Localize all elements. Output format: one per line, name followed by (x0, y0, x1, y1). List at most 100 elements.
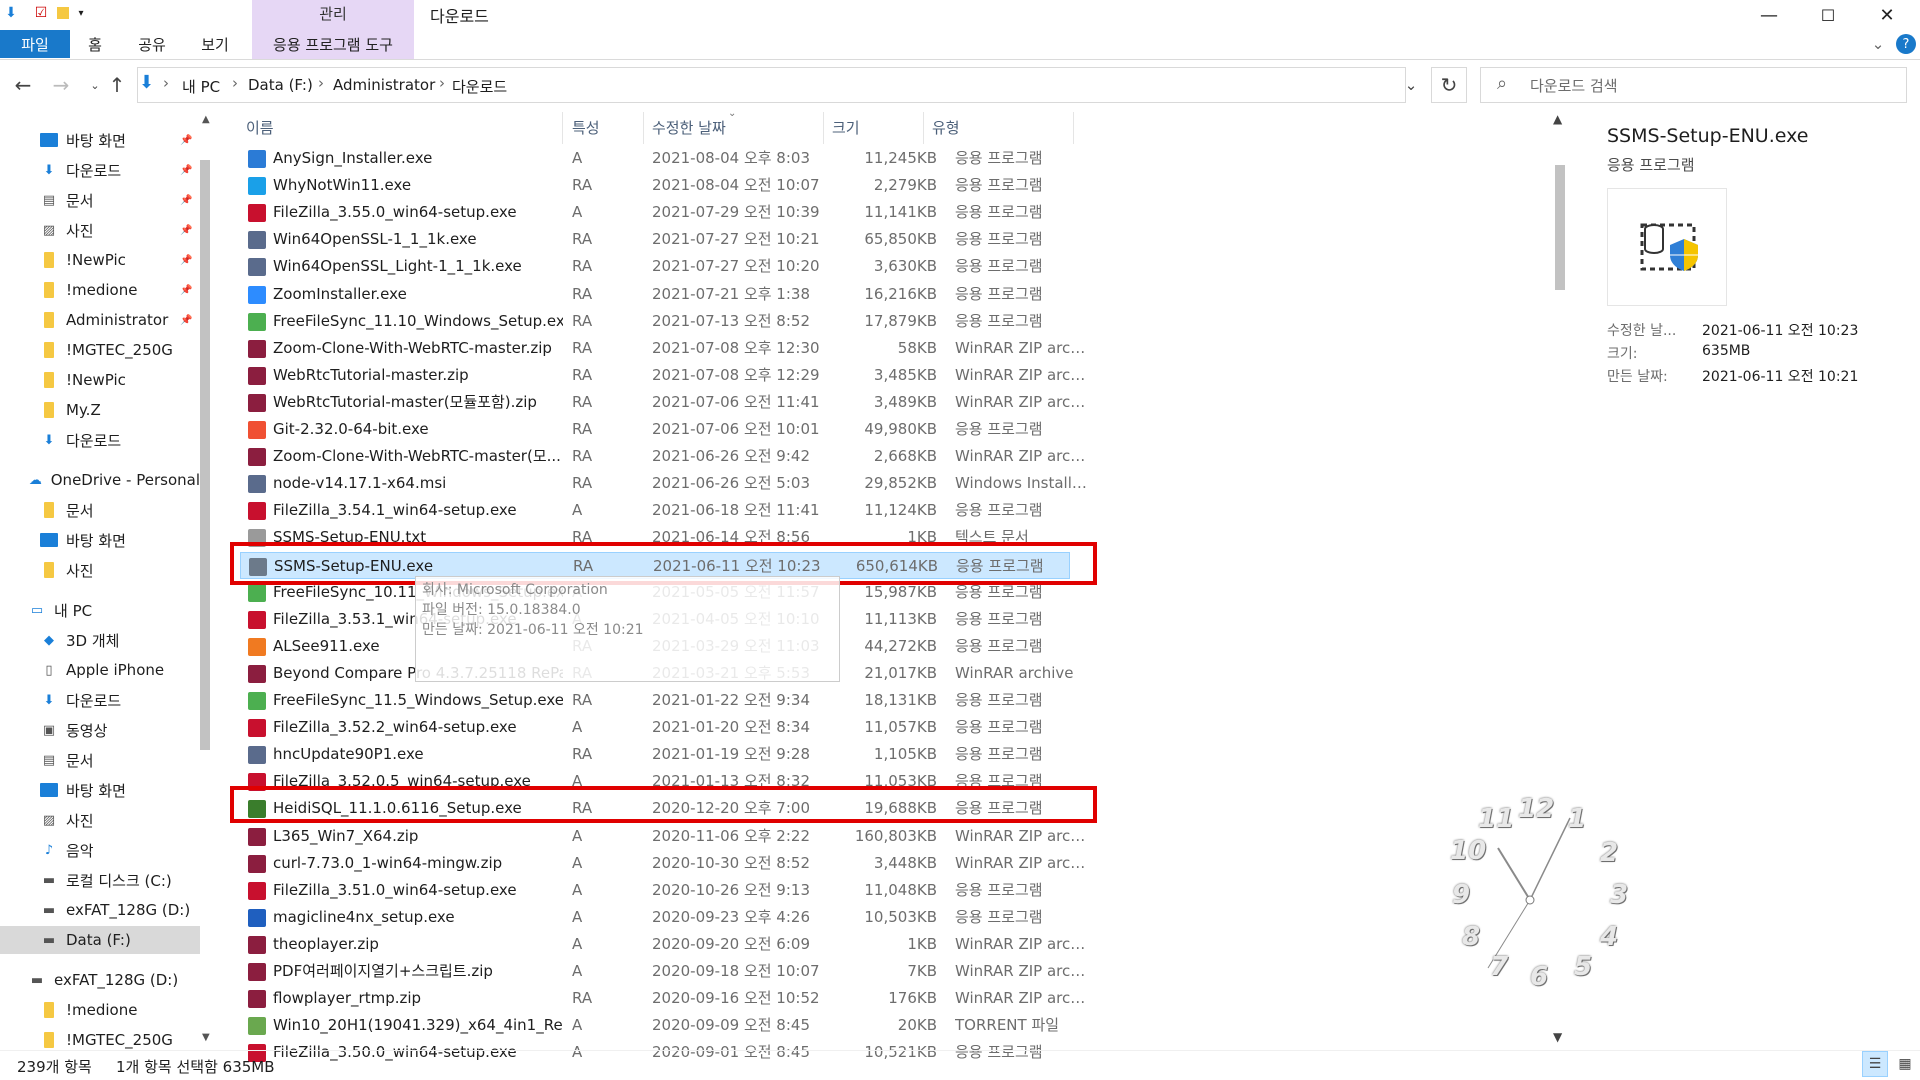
nav-item[interactable]: !NewPic 📌 (0, 246, 200, 274)
nav-item[interactable]: !NewPic (0, 366, 200, 394)
address-history-chevron-icon[interactable]: ⌄ (1396, 67, 1426, 103)
nav-scrollbar-thumb[interactable] (200, 160, 210, 750)
file-row[interactable]: Win10_20H1(19041.329)_x64_4in1_Remiz... A… (240, 1012, 1070, 1039)
nav-item[interactable]: ▬ exFAT_128G (D:) (0, 896, 200, 924)
file-row[interactable]: FileZilla_3.52.2_win64-setup.exe A 2021-01… (240, 714, 1070, 741)
file-row[interactable]: Zoom-Clone-With-WebRTC-master.zip RA 2021-… (240, 335, 1090, 362)
nav-item[interactable]: 바탕 화면 📌 (0, 126, 200, 154)
column-header-name[interactable]: 이름 (246, 117, 274, 138)
breadcrumb-drive[interactable]: Data (F:) (248, 76, 313, 94)
details-view-icon[interactable]: ☰ (1862, 1051, 1888, 1077)
tab-share[interactable]: 공유 (132, 30, 172, 58)
nav-item[interactable]: !MGTEC_250G (0, 336, 200, 364)
column-header-size[interactable]: 크기 (832, 117, 860, 138)
nav-item[interactable]: ⬇ 다운로드 (0, 686, 200, 714)
file-row[interactable]: Win64OpenSSL_Light-1_1_1k.exe RA 2021-07-2… (240, 253, 1070, 280)
nav-item[interactable]: ◆ 3D 개체 (0, 626, 200, 654)
nav-item[interactable]: 문서 (0, 496, 200, 524)
file-row[interactable]: WebRtcTutorial-master(모듈포함).zip RA 2021-07… (240, 389, 1090, 416)
column-divider[interactable] (643, 112, 644, 144)
nav-item[interactable]: ▨ 사진 (0, 806, 200, 834)
file-row[interactable]: WebRtcTutorial-master.zip RA 2021-07-08 오후… (240, 362, 1090, 389)
list-scroll-down-icon[interactable]: ▼ (1553, 1030, 1562, 1044)
nav-item[interactable]: ▤ 문서 📌 (0, 186, 200, 214)
tab-file[interactable]: 파일 (0, 30, 70, 58)
chevron-right-icon[interactable]: › (318, 74, 324, 92)
breadcrumb-administrator[interactable]: Administrator (333, 76, 435, 94)
address-bar[interactable] (137, 67, 1406, 103)
nav-item[interactable]: ⬇ 다운로드 📌 (0, 156, 200, 184)
file-row[interactable]: hncUpdate90P1.exe RA 2021-01-19 오전 9:28 1,1… (240, 741, 1070, 768)
file-row[interactable]: FileZilla_3.54.1_win64-setup.exe A 2021-06… (240, 497, 1070, 524)
list-scroll-up-icon[interactable]: ▲ (1553, 112, 1562, 126)
file-row[interactable]: flowplayer_rtmp.zip RA 2020-09-16 오전 10:52… (240, 985, 1090, 1012)
file-row[interactable]: L365_Win7_X64.zip A 2020-11-06 오후 2:22 160,… (240, 823, 1090, 850)
file-row[interactable]: AnySign_Installer.exe A 2021-08-04 오후 8:03… (240, 145, 1070, 172)
customize-quick-access-icon[interactable]: ▾ (72, 4, 90, 22)
refresh-button[interactable]: ↻ (1431, 67, 1467, 103)
nav-scroll-down-icon[interactable]: ▼ (202, 1032, 210, 1043)
column-divider[interactable] (562, 112, 563, 144)
file-row[interactable]: FileZilla_3.55.0_win64-setup.exe A 2021-07… (240, 199, 1070, 226)
nav-item[interactable]: ▨ 사진 📌 (0, 216, 200, 244)
file-row[interactable]: FileZilla_3.51.0_win64-setup.exe A 2020-10… (240, 877, 1070, 904)
column-divider[interactable] (823, 112, 824, 144)
tab-home[interactable]: 홈 (78, 30, 112, 58)
up-button[interactable]: ↑ (104, 70, 130, 100)
nav-item[interactable]: !medione (0, 996, 200, 1024)
breadcrumb-pc[interactable]: 내 PC (182, 76, 220, 97)
nav-scroll-up-icon[interactable]: ▲ (202, 114, 210, 125)
nav-item[interactable]: 바탕 화면 (0, 526, 200, 554)
help-icon[interactable]: ? (1893, 30, 1919, 58)
file-row[interactable]: WhyNotWin11.exe RA 2021-08-04 오전 10:07 2,27… (240, 172, 1070, 199)
nav-item[interactable]: ▭ 내 PC (0, 596, 200, 624)
minimize-button[interactable]: — (1741, 0, 1797, 30)
file-row[interactable]: ZoomInstaller.exe RA 2021-07-21 오후 1:38 16,… (240, 281, 1070, 308)
list-scrollbar-thumb[interactable] (1555, 165, 1565, 290)
large-icons-view-icon[interactable]: ▦ (1892, 1051, 1918, 1077)
column-header-type[interactable]: 유형 (932, 117, 960, 138)
file-row[interactable]: PDF여러페이지열기+스크립트.zip A 2020-09-18 오전 10:07 7… (240, 958, 1090, 985)
column-header-date-modified[interactable]: 수정한 날짜 (652, 117, 726, 138)
nav-item[interactable]: ▬ 로컬 디스크 (C:) (0, 866, 200, 894)
chevron-right-icon[interactable]: › (232, 74, 238, 92)
chevron-right-icon[interactable]: › (163, 74, 169, 92)
tab-application-tools[interactable]: 응용 프로그램 도구 (252, 30, 414, 58)
nav-item[interactable]: ▬ Data (F:) (0, 926, 200, 954)
nav-item[interactable]: 사진 (0, 556, 200, 584)
tab-view[interactable]: 보기 (195, 30, 235, 58)
file-row[interactable]: FreeFileSync_11.5_Windows_Setup.exe RA 202… (240, 687, 1070, 714)
nav-item[interactable]: My.Z (0, 396, 200, 424)
nav-item[interactable]: ♪ 음악 (0, 836, 200, 864)
column-divider[interactable] (1073, 112, 1074, 144)
nav-item[interactable]: ⬇ 다운로드 (0, 426, 200, 454)
maximize-button[interactable]: ☐ (1800, 0, 1856, 30)
file-row[interactable]: FreeFileSync_11.10_Windows_Setup.exe RA 20… (240, 308, 1070, 335)
expand-ribbon-icon[interactable]: ⌄ (1868, 30, 1888, 58)
column-header-attributes[interactable]: 특성 (572, 117, 600, 138)
file-row[interactable]: theoplayer.zip A 2020-09-20 오전 6:09 1KB WinR… (240, 931, 1090, 958)
file-row[interactable]: Git-2.32.0-64-bit.exe RA 2021-07-06 오전 10:… (240, 416, 1070, 443)
forward-button[interactable]: → (48, 70, 74, 100)
column-divider[interactable] (923, 112, 924, 144)
nav-item[interactable]: ▣ 동영상 (0, 716, 200, 744)
chevron-right-icon[interactable]: › (439, 74, 445, 92)
properties-icon[interactable]: ☑ (32, 4, 50, 22)
nav-item[interactable]: ☁ OneDrive - Personal (0, 466, 200, 494)
close-button[interactable]: ✕ (1859, 0, 1915, 30)
breadcrumb-downloads[interactable]: 다운로드 (452, 76, 507, 97)
file-row[interactable]: curl-7.73.0_1-win64-mingw.zip A 2020-10-30… (240, 850, 1090, 877)
nav-item[interactable]: ▬ exFAT_128G (D:) (0, 966, 200, 994)
back-button[interactable]: ← (10, 70, 36, 100)
new-folder-icon[interactable] (54, 4, 72, 22)
file-row[interactable]: Win64OpenSSL-1_1_1k.exe RA 2021-07-27 오전 1… (240, 226, 1070, 253)
nav-item[interactable]: Administrator 📌 (0, 306, 200, 334)
file-type: 응용 프로그램 (955, 203, 1043, 221)
nav-item[interactable]: ▤ 문서 (0, 746, 200, 774)
nav-item[interactable]: ▯ Apple iPhone (0, 656, 200, 684)
nav-item[interactable]: !medione 📌 (0, 276, 200, 304)
nav-item[interactable]: 바탕 화면 (0, 776, 200, 804)
file-row[interactable]: node-v14.17.1-x64.msi RA 2021-06-26 오전 5:0… (240, 470, 1090, 497)
file-row[interactable]: Zoom-Clone-With-WebRTC-master(모... RA 2021… (240, 443, 1090, 470)
file-row[interactable]: magicline4nx_setup.exe A 2020-09-23 오후 4:2… (240, 904, 1070, 931)
